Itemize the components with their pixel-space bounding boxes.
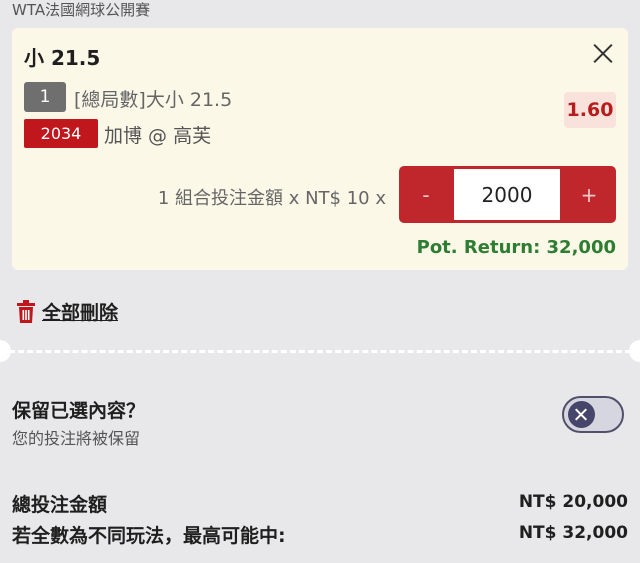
delete-all-label: 全部刪除 [42,302,119,324]
stake-input[interactable] [454,169,560,220]
divider-notch-left [0,340,11,362]
total-stake-value: NT$ 20,000 [518,492,628,512]
increase-stake-button[interactable]: + [562,166,616,223]
keep-selection-subtitle: 您的投注將被保留 [12,429,141,448]
max-win-label: 若全數為不同玩法，最高可能中: [12,525,286,547]
stake-stepper: - + [399,166,616,223]
potential-return: Pot. Return: 32,000 [416,237,616,258]
delete-all-button[interactable]: 全部刪除 [16,298,118,325]
total-stake-label: 總投注金額 [12,494,108,516]
divider [0,350,640,353]
market-label: [總局數]大小 21.5 [74,89,233,111]
close-icon[interactable] [592,42,614,64]
decrease-stake-button[interactable]: - [399,166,453,223]
leg-number-badge: 1 [24,82,66,112]
keep-selection-toggle[interactable] [562,396,624,433]
selection-title: 小 21.5 [24,46,101,70]
bet-slip-card: 小 21.5 1 [總局數]大小 21.5 1.60 2034 加博 @ 高芙 … [12,28,628,270]
toggle-x-icon [568,401,595,428]
divider-notch-right [629,340,640,362]
event-label: 加博 @ 高芙 [104,125,212,147]
event-id-badge: 2034 [24,119,98,148]
league-title: WTA法國網球公開賽 [12,1,151,19]
max-win-value: NT$ 32,000 [518,523,628,543]
trash-icon [17,299,35,323]
odds-badge: 1.60 [564,92,616,128]
combo-stake-label: 1 組合投注金額 x NT$ 10 x [157,188,386,209]
keep-selection-title: 保留已選內容？ [12,400,146,422]
